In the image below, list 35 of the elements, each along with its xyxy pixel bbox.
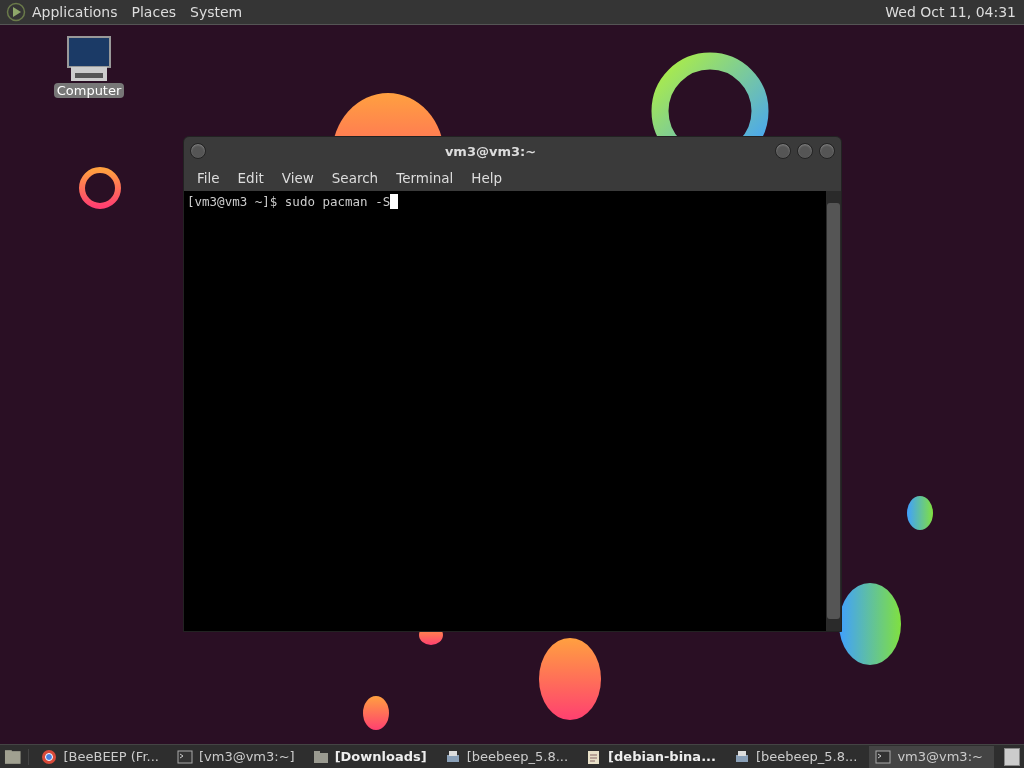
- panel-menu[interactable]: Places: [131, 4, 177, 20]
- taskbar-button[interactable]: [BeeBEEP (Fr...: [35, 745, 165, 768]
- window-title: vm3@vm3:~: [443, 143, 538, 159]
- panel-menu[interactable]: System: [190, 4, 243, 20]
- folder-icon: [312, 748, 329, 765]
- clock[interactable]: Wed Oct 11, 04:31: [885, 4, 1016, 20]
- play-icon[interactable]: [6, 2, 26, 22]
- maximize-button[interactable]: [797, 143, 813, 159]
- taskbar-button[interactable]: [beebeep_5.8...: [727, 745, 864, 768]
- terminal-icon: [176, 748, 193, 765]
- menu-item[interactable]: Search: [322, 168, 388, 188]
- minimize-button[interactable]: [775, 143, 791, 159]
- taskbar-button[interactable]: [Downloads]: [306, 745, 433, 768]
- panel-menu[interactable]: Applications: [32, 4, 118, 20]
- printer-icon: [444, 748, 461, 765]
- taskbar-button[interactable]: [beebeep_5.8...: [438, 745, 575, 768]
- taskbar-button[interactable]: [vm3@vm3:~]: [170, 745, 301, 768]
- menu-item[interactable]: File: [188, 168, 229, 188]
- menu-item[interactable]: View: [272, 168, 323, 188]
- computer-icon[interactable]: [65, 35, 113, 83]
- menu-item[interactable]: Help: [462, 168, 512, 188]
- icon-label[interactable]: Computer: [53, 83, 125, 98]
- scrollbar[interactable]: [826, 191, 841, 631]
- workspace-switcher[interactable]: [1004, 747, 1020, 766]
- printer-icon: [733, 748, 750, 765]
- taskbar-button[interactable]: [debian-bina...: [580, 745, 722, 768]
- menu-item[interactable]: Edit: [228, 168, 273, 188]
- show-desktop-icon[interactable]: [4, 748, 22, 765]
- taskbar-button[interactable]: vm3@vm3:~: [869, 745, 995, 768]
- menu-item[interactable]: Terminal: [387, 168, 463, 188]
- window-menu-button[interactable]: [190, 143, 206, 159]
- terminal-line: [vm3@vm3 ~]$ sudo pacman -S: [187, 194, 391, 209]
- close-button[interactable]: [819, 143, 835, 159]
- terminal-icon: [875, 748, 892, 765]
- text-cursor: [390, 194, 399, 209]
